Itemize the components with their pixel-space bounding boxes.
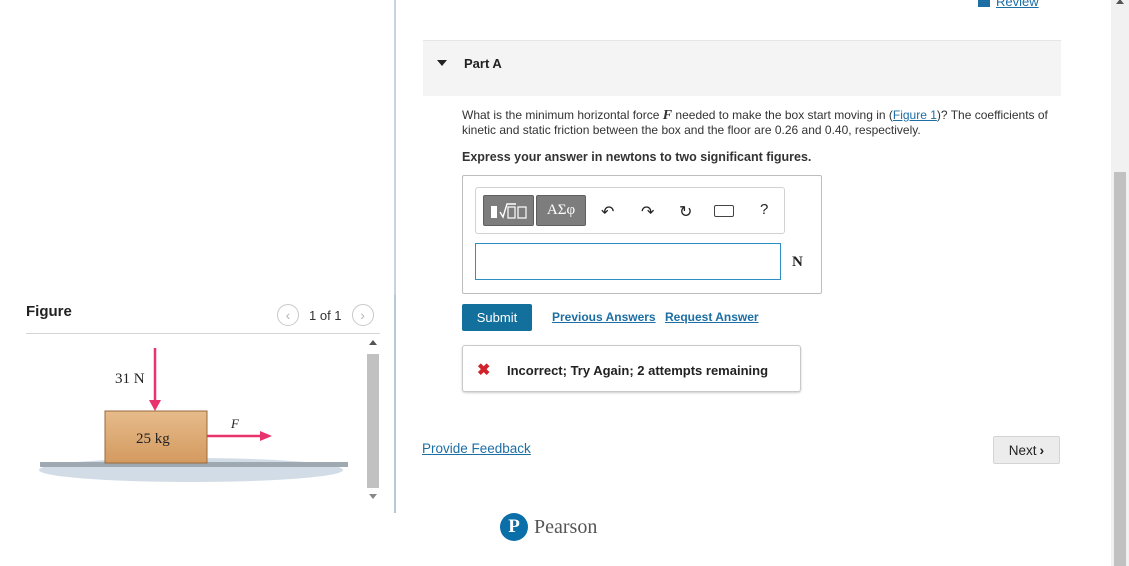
figure-divider [26, 333, 380, 334]
horizontal-force-arrowhead [260, 431, 272, 441]
part-header[interactable]: Part A [423, 40, 1061, 96]
error-x-icon: ✖ [477, 362, 491, 379]
review-label: Review [996, 0, 1039, 9]
templates-icon [490, 202, 527, 219]
answer-instruction: Express your answer in newtons to two si… [462, 150, 812, 164]
chevron-left-icon: ‹ [285, 307, 291, 323]
unit-label: N [792, 254, 803, 270]
chevron-right-icon: › [360, 307, 365, 323]
previous-answers-link[interactable]: Previous Answers [552, 310, 656, 324]
answer-input[interactable] [475, 243, 781, 280]
math-toolbar: ΑΣφ ↶ ↷ ↻ ? [475, 187, 785, 234]
reset-icon[interactable]: ↻ [679, 202, 692, 222]
scroll-down-arrow-icon[interactable] [369, 494, 377, 499]
panel-divider-accent [394, 295, 396, 513]
down-force-label: 31 N [115, 371, 145, 387]
caret-down-icon [437, 60, 447, 66]
request-answer-link[interactable]: Request Answer [665, 310, 759, 324]
next-button[interactable]: Next › [993, 436, 1060, 464]
figure-panel: Figure ‹ 1 of 1 › 31 N 25 kg F [0, 0, 396, 566]
pearson-logo-icon: P [500, 513, 528, 541]
answer-box: ΑΣφ ↶ ↷ ↻ ? N [462, 175, 822, 294]
next-figure-button[interactable]: › [351, 304, 374, 326]
mass-label: 25 kg [136, 431, 170, 447]
chevron-right-icon: › [1039, 442, 1045, 458]
down-force-arrowhead [149, 400, 161, 411]
keyboard-icon[interactable] [714, 205, 734, 217]
templates-button[interactable] [483, 195, 534, 226]
review-link[interactable]: Review [978, 0, 1039, 9]
feedback-message-box: ✖ Incorrect; Try Again; 2 attempts remai… [462, 345, 801, 392]
feedback-message: Incorrect; Try Again; 2 attempts remaini… [507, 363, 769, 378]
question-text: What is the minimum horizontal force F n… [462, 108, 1052, 138]
question-variable: F [662, 108, 673, 123]
review-icon [978, 0, 990, 7]
figure-count: 1 of 1 [309, 307, 342, 323]
provide-feedback-link[interactable]: Provide Feedback [422, 441, 531, 456]
figure-title: Figure [26, 303, 72, 320]
help-button[interactable]: ? [760, 201, 768, 218]
prev-figure-button[interactable]: ‹ [277, 304, 299, 326]
scroll-thumb[interactable] [367, 354, 379, 488]
submit-button[interactable]: Submit [462, 304, 532, 331]
question-text-before: What is the minimum horizontal force [462, 108, 663, 122]
undo-icon[interactable]: ↶ [601, 202, 614, 222]
figure-pager: ‹ 1 of 1 › [277, 304, 374, 326]
figure-link[interactable]: Figure 1 [893, 108, 937, 122]
page-scrollbar[interactable] [1111, 0, 1129, 566]
pearson-name: Pearson [534, 515, 598, 538]
pearson-brand: P Pearson [500, 513, 597, 541]
next-label: Next [1008, 442, 1037, 458]
page-scroll-up-icon[interactable] [1116, 0, 1124, 4]
redo-icon[interactable]: ↷ [641, 202, 654, 222]
part-title: Part A [464, 56, 502, 71]
question-text-middle: needed to make the box start moving in ( [672, 108, 893, 122]
page-scroll-thumb[interactable] [1114, 172, 1126, 566]
figure-scrollbar[interactable] [366, 336, 380, 501]
force-label: F [230, 416, 240, 431]
figure-diagram: 31 N 25 kg F [39, 348, 348, 482]
scroll-up-arrow-icon[interactable] [369, 340, 377, 345]
greek-symbols-button[interactable]: ΑΣφ [536, 195, 586, 226]
